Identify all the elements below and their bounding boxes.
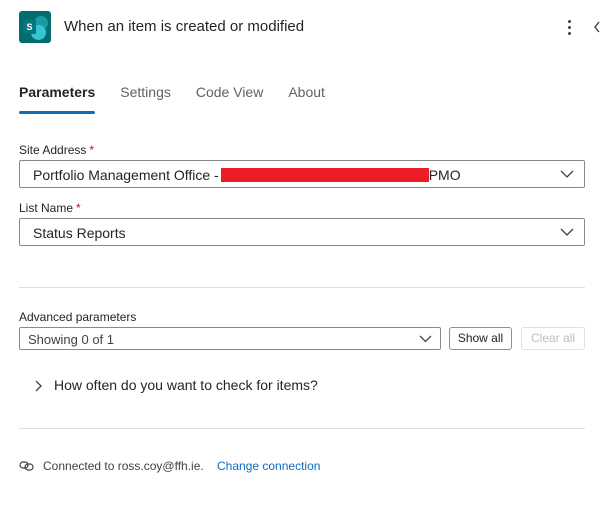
chevron-right-icon — [35, 380, 42, 392]
tab-code-view[interactable]: Code View — [196, 84, 263, 114]
required-marker: * — [76, 201, 81, 215]
connection-text: Connected to ross.coy@ffh.ie. — [43, 459, 204, 473]
sharepoint-icon: S — [19, 11, 51, 43]
tab-bar: Parameters Settings Code View About — [19, 84, 350, 116]
tab-parameters[interactable]: Parameters — [19, 84, 96, 114]
list-name-dropdown[interactable]: Status Reports — [19, 218, 585, 246]
show-all-button[interactable]: Show all — [449, 327, 512, 350]
list-name-label: List Name * — [19, 201, 81, 215]
advanced-parameters-value: Showing 0 of 1 — [28, 332, 115, 347]
chevron-down-icon — [419, 335, 432, 343]
chevron-down-icon — [560, 228, 574, 236]
required-marker: * — [89, 143, 95, 157]
site-address-label-text: Site Address — [19, 143, 87, 157]
tab-settings[interactable]: Settings — [120, 84, 171, 114]
change-connection-link[interactable]: Change connection — [217, 459, 320, 473]
more-options-icon[interactable] — [560, 16, 578, 38]
trigger-title[interactable]: When an item is created or modified — [64, 18, 304, 35]
list-name-value: Status Reports — [33, 225, 126, 241]
site-address-value: Portfolio Management Office - PMO — [33, 167, 461, 183]
advanced-parameters-label: Advanced parameters — [19, 310, 137, 324]
section-divider — [19, 428, 585, 429]
site-address-dropdown[interactable]: Portfolio Management Office - PMO — [19, 160, 585, 188]
panel-header: S When an item is created or modified — [0, 0, 601, 56]
connection-link-icon — [19, 461, 34, 471]
tab-about[interactable]: About — [288, 84, 325, 114]
site-address-label: Site Address * — [19, 143, 94, 157]
polling-interval-label: How often do you want to check for items… — [54, 377, 318, 393]
sharepoint-icon-letter: S — [23, 20, 36, 34]
redaction-mark — [220, 168, 429, 182]
list-name-label-text: List Name — [19, 201, 74, 215]
site-address-value-suffix: PMO — [428, 167, 461, 183]
section-divider — [19, 287, 585, 288]
advanced-parameters-dropdown[interactable]: Showing 0 of 1 — [19, 327, 441, 350]
chevron-left-icon[interactable] — [592, 18, 601, 36]
site-address-value-prefix: Portfolio Management Office - — [33, 167, 219, 183]
chevron-down-icon — [560, 170, 574, 178]
clear-all-button[interactable]: Clear all — [521, 327, 585, 350]
